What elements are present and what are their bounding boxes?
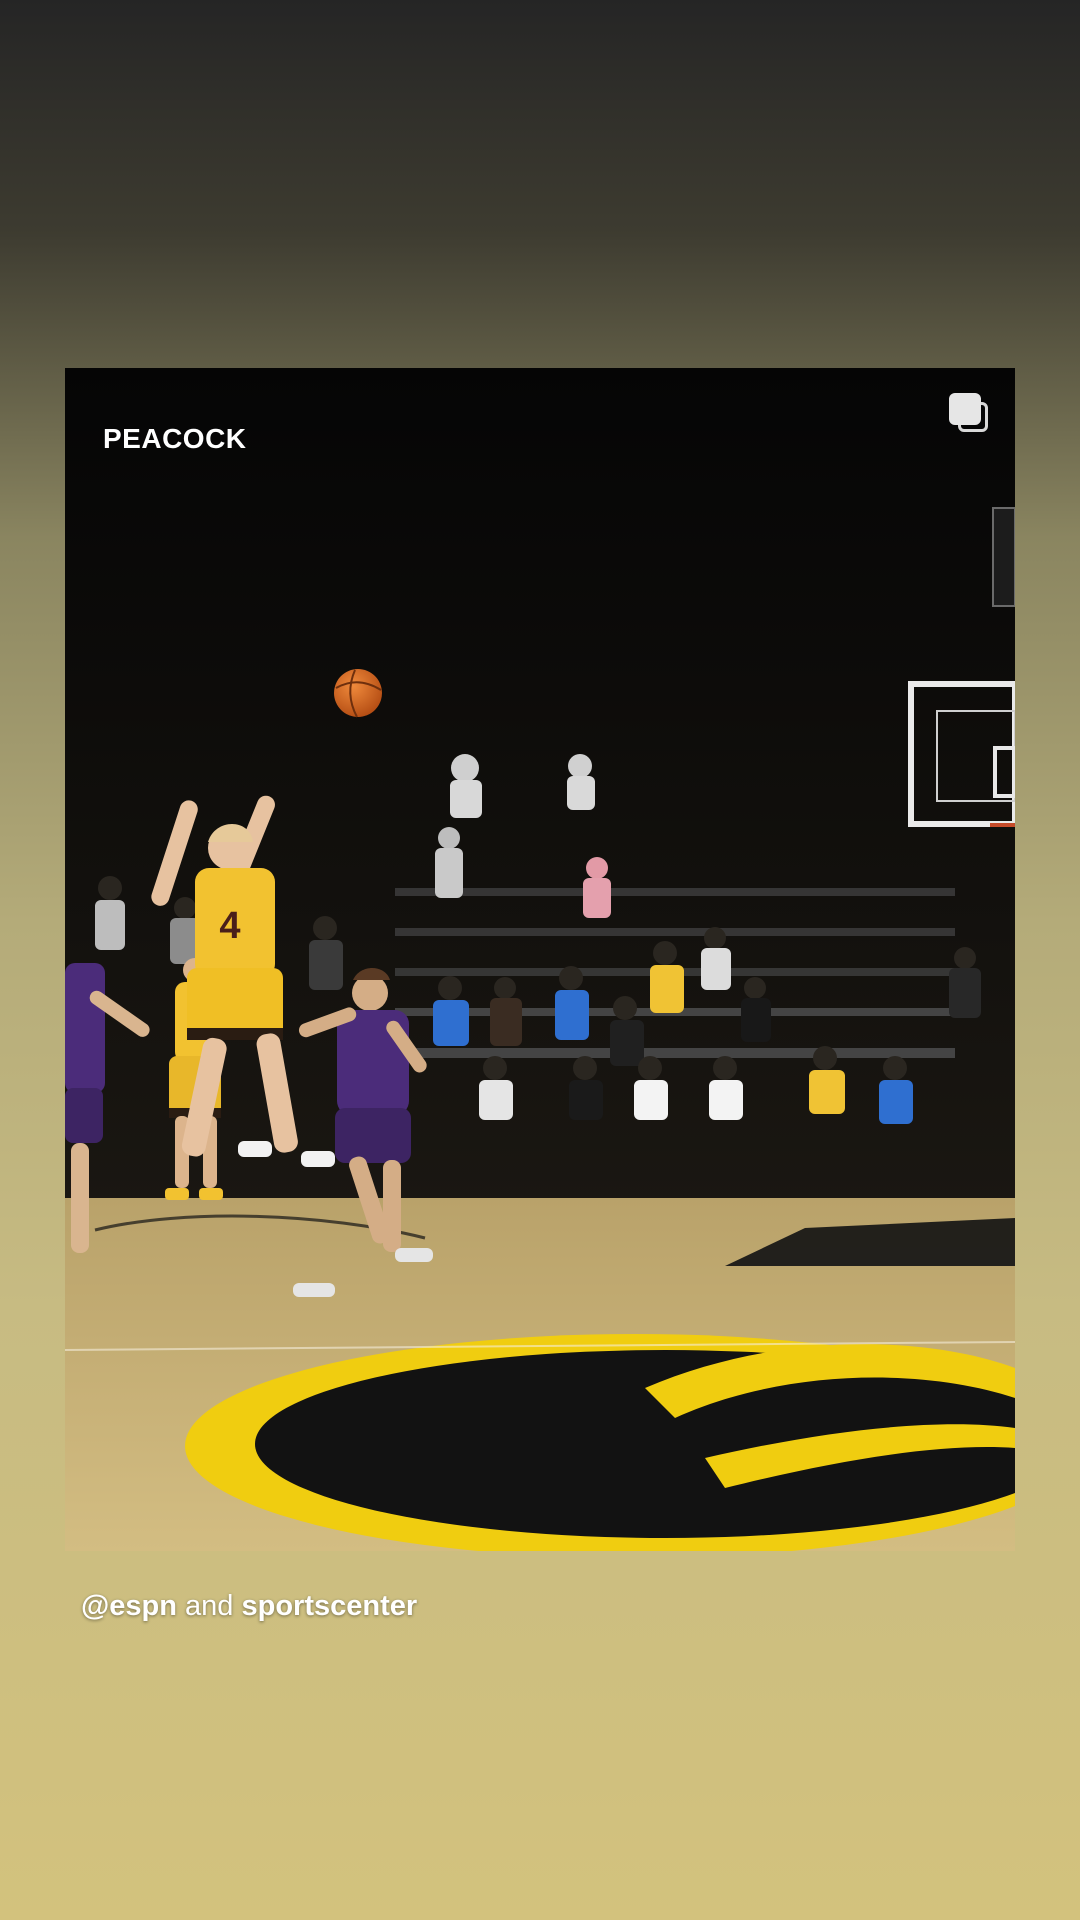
basketball-game-image: 4 — [65, 368, 1015, 1551]
mention-sportscenter-link[interactable]: sportscenter — [241, 1590, 417, 1622]
post-caption: @espn and sportscenter — [81, 1590, 417, 1623]
basketball — [334, 669, 382, 717]
post-media[interactable]: 4 PEACOCK — [65, 368, 1015, 1551]
arena-display — [992, 507, 1015, 607]
jersey-number: 4 — [219, 905, 240, 947]
caption-joiner-text: and — [185, 1590, 234, 1622]
network-watermark: PEACOCK — [103, 423, 247, 454]
stack-front-icon — [949, 393, 981, 425]
mention-espn-link[interactable]: @espn — [81, 1590, 177, 1622]
multiple-media-icon[interactable] — [949, 393, 991, 435]
